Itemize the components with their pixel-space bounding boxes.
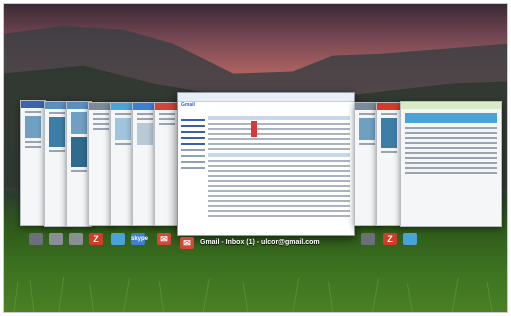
gmail-active-icon[interactable]: ✉ xyxy=(180,237,194,249)
gmail-label-marker xyxy=(251,121,257,137)
active-tab-title: Gmail - Inbox (1) - ulcor@gmail.com xyxy=(200,239,320,246)
gmail-icon[interactable]: ✉ xyxy=(157,233,171,245)
zoho-z-icon[interactable]: Z xyxy=(383,233,397,245)
tab-preview-gmail-active[interactable]: Gmail xyxy=(177,92,355,236)
tab-preview-right-twitter[interactable] xyxy=(400,101,502,227)
skype-icon[interactable]: skype xyxy=(131,233,148,245)
window-icon[interactable] xyxy=(361,233,375,245)
gmail-top-bar xyxy=(178,93,354,102)
twitter-icon[interactable] xyxy=(403,233,417,245)
gmail-logo: Gmail xyxy=(181,102,195,108)
gmail-sidebar xyxy=(181,115,205,173)
twitter-icon[interactable] xyxy=(111,233,125,245)
tab-switcher-screen: Gmail Z skype ✉ ✉ Gmail - Inbox (1) - ul… xyxy=(3,3,508,313)
tab-preview-right-2[interactable] xyxy=(376,102,402,226)
zoho-z-icon[interactable]: Z xyxy=(89,233,103,245)
rss-icon[interactable] xyxy=(49,233,63,245)
page-icon[interactable] xyxy=(69,233,83,245)
tab-preview-1[interactable] xyxy=(20,100,46,226)
gmail-message-list xyxy=(208,113,350,220)
window-icon[interactable] xyxy=(29,233,43,245)
